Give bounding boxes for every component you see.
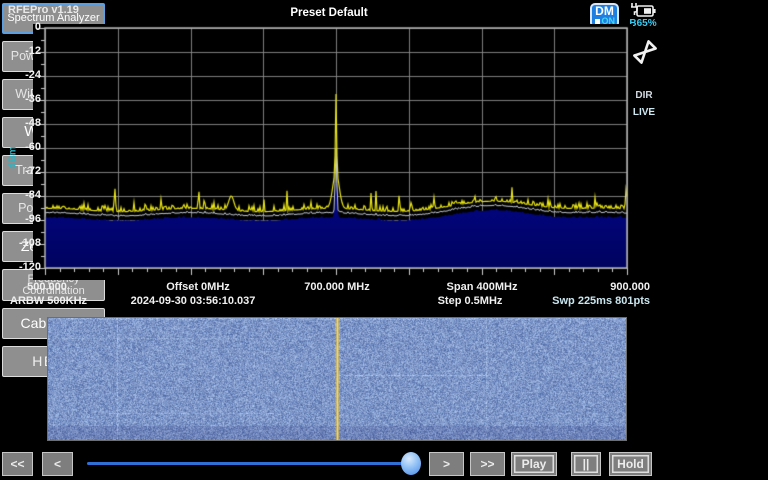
device-link-icon	[631, 38, 659, 71]
span-label: Span 400MHz	[446, 281, 518, 293]
y-axis-tick-label: -24	[25, 69, 41, 81]
center-frequency-label: 700.000 MHz	[304, 281, 370, 293]
spectrum-chart-canvas	[33, 24, 633, 280]
fast-forward-button[interactable]: >>	[470, 452, 505, 476]
y-axis-tick-label: 0	[34, 21, 41, 33]
step-label: Step 0.5MHz	[437, 295, 503, 307]
hold-button[interactable]: Hold	[609, 452, 652, 476]
y-axis-tick-label: -12	[25, 45, 41, 57]
y-axis-tick-label: -108	[18, 237, 41, 249]
start-frequency-label: 500.000	[27, 281, 67, 293]
y-axis-tick-label: -36	[25, 93, 41, 105]
offset-frequency-label: Offset 0MHz	[166, 281, 230, 293]
y-axis-tick-label: -60	[25, 141, 41, 153]
y-axis-tick-label: -48	[25, 117, 41, 129]
preset-title: Preset Default	[290, 7, 368, 19]
rewind-button[interactable]: <<	[2, 452, 33, 476]
pause-button[interactable]: ||	[571, 452, 601, 476]
step-back-button[interactable]: <	[42, 452, 73, 476]
stop-frequency-label: 900.000	[610, 281, 650, 293]
sweep-info-label: Swp 225ms 801pts	[552, 295, 650, 307]
rbw-label: ARBW 500KHz	[10, 295, 88, 307]
dir-mode-label: DIR	[635, 90, 653, 101]
timestamp-label: 2024-09-30 03:56:10.037	[130, 295, 256, 307]
app-window: RFEPro v1.19 Preset Default DM ON B65% D…	[0, 0, 768, 480]
step-forward-button[interactable]: >	[429, 452, 464, 476]
y-axis-tick-label: -84	[25, 189, 41, 201]
timeline-slider-track[interactable]	[87, 462, 414, 465]
play-button[interactable]: Play	[511, 452, 557, 476]
y-axis-labels: 0 -12 -24 -36 -48 -60 -72 -84 -96 -108 -120	[0, 0, 41, 300]
y-axis-tick-label: -120	[18, 261, 41, 273]
y-axis-tick-label: -96	[25, 213, 41, 225]
y-axis-unit-label: dBm	[7, 146, 19, 169]
waterfall-display	[47, 317, 627, 441]
y-axis-tick-label: -72	[25, 165, 41, 177]
timeline-slider-thumb[interactable]	[400, 452, 421, 475]
